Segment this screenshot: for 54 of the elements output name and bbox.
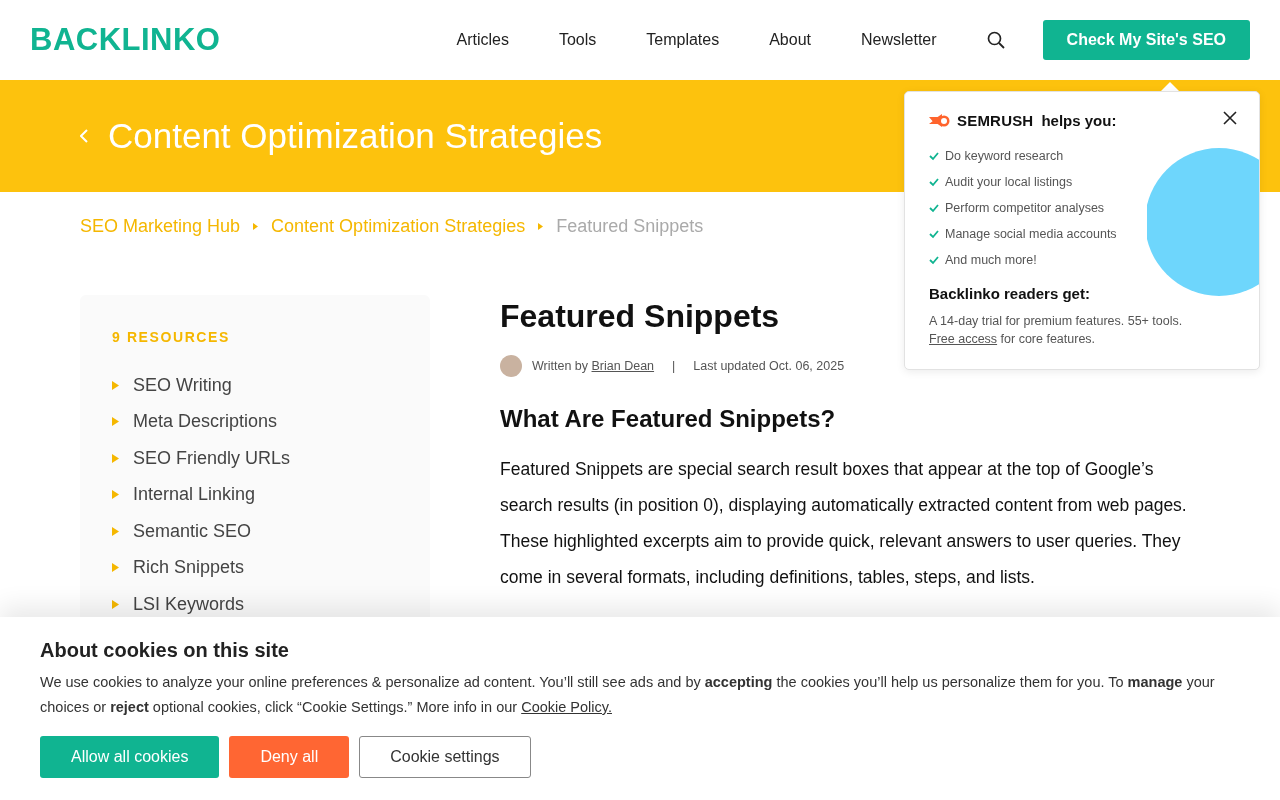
section-heading: What Are Featured Snippets? (500, 405, 837, 433)
free-access-link[interactable]: Free access (929, 332, 998, 346)
updated-date: Last updated Oct. 06, 2025 (693, 359, 845, 373)
bullet-icon (112, 417, 119, 427)
benefit-text: Manage social media accounts (945, 227, 1117, 241)
promo-heading: helps you: (1041, 112, 1117, 129)
article-title: Featured Snippets (500, 298, 780, 335)
resource-link[interactable]: Internal Linking (133, 484, 256, 506)
nav-link[interactable]: Templates (646, 31, 720, 49)
benefit-text: And much more! (945, 253, 1037, 267)
nav-link[interactable]: Newsletter (861, 31, 937, 49)
resource-link[interactable]: Rich Snippets (133, 557, 245, 579)
bullet-icon (112, 380, 119, 390)
check-icon (929, 177, 939, 187)
offer-heading: Backlinko readers get: (929, 285, 1091, 302)
cookie-text: We use cookies to analyze your online preferences & personalize ad content. You’ll still see ads and by accepting the cookies you’ll help us personalize them for you. To manage your choices or reject optional cookies, click “Cookie Settings.” More info in our Cookie Policy. (40, 673, 1216, 717)
benefit-text: Perform competitor analyses (945, 201, 1105, 215)
resource-link[interactable]: Meta Descriptions (133, 411, 278, 433)
resource-link[interactable]: Semantic SEO (133, 520, 252, 542)
close-icon (1223, 111, 1237, 125)
resources-heading: 9 RESOURCES (112, 329, 231, 345)
cookie-settings-button[interactable]: Cookie settings (359, 736, 531, 778)
semrush-logo-icon (929, 112, 951, 129)
benefit-text: Do keyword research (945, 149, 1064, 163)
nav-link[interactable]: Articles (456, 31, 509, 49)
check-icon (929, 151, 939, 161)
bullet-icon (112, 453, 119, 463)
separator-icon (253, 223, 259, 230)
article-paragraph: Featured Snippets are special search result boxes that appear at the top of Google’s search results (in position 0), displaying automatically extracted content from web pages. These highlighted excerpts aim to provide quick, relevant answers to user queries. They come in several formats, including definitions, tables, steps, and lists. (500, 458, 1188, 589)
separator: | (672, 359, 676, 373)
nav-link[interactable]: Tools (558, 31, 597, 49)
author-link[interactable]: Brian Dean (591, 359, 655, 373)
bullet-icon (112, 563, 119, 573)
resource-link[interactable]: LSI Keywords (133, 593, 245, 615)
brand-name: SEMRUSH (957, 112, 1034, 129)
resource-link[interactable]: SEO Writing (133, 374, 232, 396)
bullet-icon (112, 599, 119, 609)
breadcrumb-current: Featured Snippets (556, 216, 704, 237)
byline: Written by Brian Dean (532, 359, 655, 373)
search-icon[interactable] (986, 31, 1005, 49)
benefit-text: Audit your local listings (945, 175, 1073, 189)
author-avatar (500, 355, 522, 377)
bullet-icon (112, 490, 119, 500)
check-icon (929, 255, 939, 265)
check-icon (929, 229, 939, 239)
resource-link[interactable]: SEO Friendly URLs (133, 447, 291, 469)
check-icon (929, 203, 939, 213)
nav-link[interactable]: About (769, 31, 811, 49)
bullet-icon (112, 526, 119, 536)
category-title: Content Optimization Strategies (108, 116, 603, 156)
cookie-title: About cookies on this site (40, 639, 290, 662)
offer-text: A 14-day trial for premium features. 55+ tools. Free access for core features. (929, 313, 1184, 348)
cookie-policy-link[interactable]: Cookie Policy. (521, 699, 612, 715)
separator-icon (538, 223, 544, 230)
